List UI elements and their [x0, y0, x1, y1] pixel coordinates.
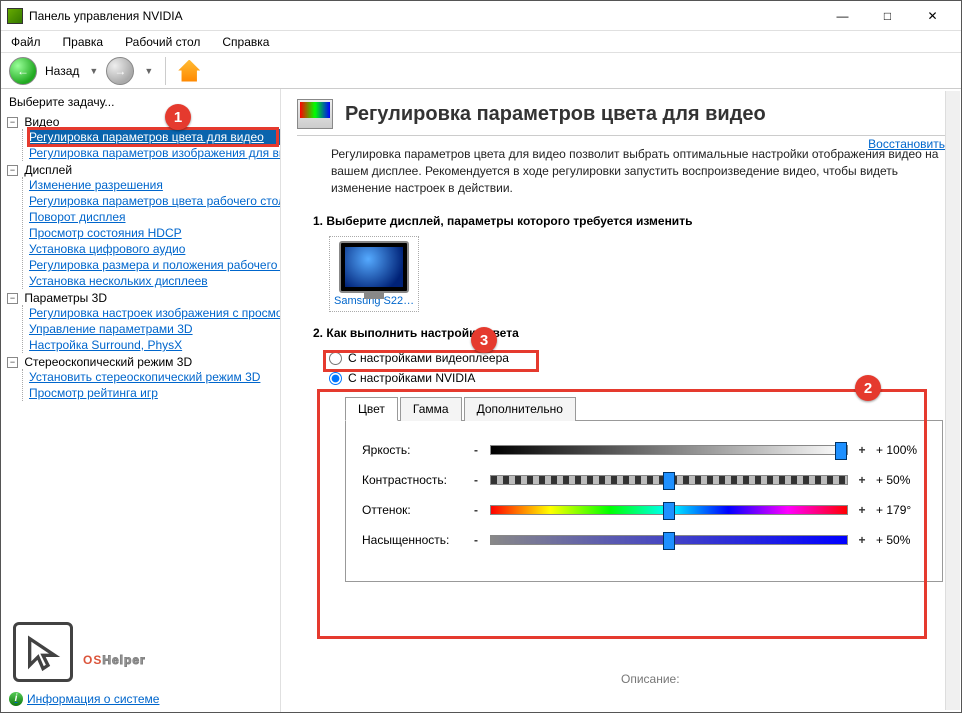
system-info-link[interactable]: i Информация о системе [9, 692, 159, 706]
close-button[interactable]: ✕ [910, 2, 955, 30]
saturation-inc[interactable]: + [856, 533, 868, 547]
saturation-label: Насыщенность: [362, 533, 462, 547]
radio-nvidia[interactable] [329, 372, 342, 385]
hue-value: + 179° [876, 503, 926, 517]
tree-stereo-label: Стереоскопический режим 3D [24, 355, 192, 369]
menu-file[interactable]: Файл [7, 33, 45, 51]
hue-thumb[interactable] [663, 502, 675, 520]
hue-slider[interactable] [490, 505, 848, 515]
menu-help[interactable]: Справка [218, 33, 273, 51]
sidebar-item-desktop-color[interactable]: Регулировка параметров цвета рабочего ст… [27, 193, 280, 209]
task-tree: − Видео Регулировка параметров цвета для… [1, 115, 280, 401]
titlebar: Панель управления NVIDIA — □ ✕ [1, 1, 961, 31]
page-description: Регулировка параметров цвета для видео п… [281, 146, 961, 196]
monitor-icon [339, 241, 409, 293]
radio-player[interactable] [329, 352, 342, 365]
sidebar-item-stereo-setup[interactable]: Установить стереоскопический режим 3D [27, 369, 280, 385]
radio-nvidia-label[interactable]: С настройками NVIDIA [348, 371, 475, 385]
back-label: Назад [45, 64, 79, 78]
toolbar: ← Назад ▼ → ▼ [1, 53, 961, 89]
radio-player-label[interactable]: С настройками видеоплеера [348, 351, 509, 365]
section1-header: 1. Выберите дисплей, параметры которого … [313, 214, 943, 228]
sidebar-item-3d-manage[interactable]: Управление параметрами 3D [27, 321, 280, 337]
brightness-inc[interactable]: + [856, 443, 868, 457]
home-icon[interactable] [178, 60, 200, 82]
forward-dropdown-icon[interactable]: ▼ [144, 66, 153, 76]
brightness-slider[interactable] [490, 445, 848, 455]
brightness-thumb[interactable] [835, 442, 847, 460]
maximize-button[interactable]: □ [865, 2, 910, 30]
sidebar-item-video-color[interactable]: Регулировка параметров цвета для видео [27, 129, 280, 145]
system-info-label: Информация о системе [27, 692, 159, 706]
minimize-button[interactable]: — [820, 2, 865, 30]
hue-dec[interactable]: - [470, 503, 482, 517]
contrast-value: + 50% [876, 473, 926, 487]
tab-extra[interactable]: Дополнительно [464, 397, 576, 421]
forward-button[interactable]: → [106, 57, 134, 85]
contrast-dec[interactable]: - [470, 473, 482, 487]
tab-color[interactable]: Цвет [345, 397, 398, 421]
menu-desktop[interactable]: Рабочий стол [121, 33, 204, 51]
back-dropdown-icon[interactable]: ▼ [89, 66, 98, 76]
window-title: Панель управления NVIDIA [29, 9, 820, 23]
contrast-label: Контрастность: [362, 473, 462, 487]
brightness-dec[interactable]: - [470, 443, 482, 457]
page-icon [297, 99, 333, 129]
task-header: Выберите задачу... [1, 93, 280, 113]
contrast-inc[interactable]: + [856, 473, 868, 487]
tree-display-label: Дисплей [24, 163, 72, 177]
sidebar-item-3d-image[interactable]: Регулировка настроек изображения с просм… [27, 305, 280, 321]
title-divider [297, 135, 945, 136]
sidebar-item-multi-display[interactable]: Установка нескольких дисплеев [27, 273, 280, 289]
hue-label: Оттенок: [362, 503, 462, 517]
section2-header: 2. Как выполнить настройку цвета [313, 326, 943, 340]
nvidia-icon [7, 8, 23, 24]
restore-defaults-link[interactable]: Восстановить [868, 137, 945, 151]
tree-3d-label: Параметры 3D [24, 291, 107, 305]
tree-toggle-display[interactable]: − [7, 165, 18, 176]
back-button[interactable]: ← [9, 57, 37, 85]
sidebar: Выберите задачу... − Видео Регулировка п… [1, 89, 281, 712]
page-title: Регулировка параметров цвета для видео [345, 103, 766, 126]
menu-edit[interactable]: Правка [59, 33, 108, 51]
menubar: Файл Правка Рабочий стол Справка [1, 31, 961, 53]
contrast-slider[interactable] [490, 475, 848, 485]
sidebar-item-surround[interactable]: Настройка Surround, PhysX [27, 337, 280, 353]
scrollbar[interactable] [945, 91, 960, 710]
info-icon: i [9, 692, 23, 706]
saturation-thumb[interactable] [663, 532, 675, 550]
brightness-label: Яркость: [362, 443, 462, 457]
saturation-dec[interactable]: - [470, 533, 482, 547]
tree-toggle-stereo[interactable]: − [7, 357, 18, 368]
sidebar-item-resolution[interactable]: Изменение разрешения [27, 177, 280, 193]
tree-video-label: Видео [24, 115, 59, 129]
brightness-value: + 100% [876, 443, 926, 457]
sidebar-item-hdcp[interactable]: Просмотр состояния HDCP [27, 225, 280, 241]
sidebar-item-game-rating[interactable]: Просмотр рейтинга игр [27, 385, 280, 401]
tree-toggle-3d[interactable]: − [7, 293, 18, 304]
tab-body: Яркость: - + + 100% Контрастность: - + +… [345, 421, 943, 582]
tree-toggle-video[interactable]: − [7, 117, 18, 128]
contrast-thumb[interactable] [663, 472, 675, 490]
toolbar-divider [165, 57, 166, 85]
tab-gamma[interactable]: Гамма [400, 397, 462, 421]
description-label: Описание: [621, 672, 680, 686]
sidebar-item-rotate[interactable]: Поворот дисплея [27, 209, 280, 225]
content: Регулировка параметров цвета для видео В… [281, 89, 961, 712]
saturation-slider[interactable] [490, 535, 848, 545]
sidebar-item-digital-audio[interactable]: Установка цифрового аудио [27, 241, 280, 257]
display-thumb[interactable]: Samsung S22… [329, 236, 419, 312]
tab-strip: Цвет Гамма Дополнительно [345, 396, 943, 421]
sidebar-item-video-image[interactable]: Регулировка параметров изображения для в… [27, 145, 280, 161]
saturation-value: + 50% [876, 533, 926, 547]
hue-inc[interactable]: + [856, 503, 868, 517]
sidebar-item-size-position[interactable]: Регулировка размера и положения рабочего… [27, 257, 280, 273]
